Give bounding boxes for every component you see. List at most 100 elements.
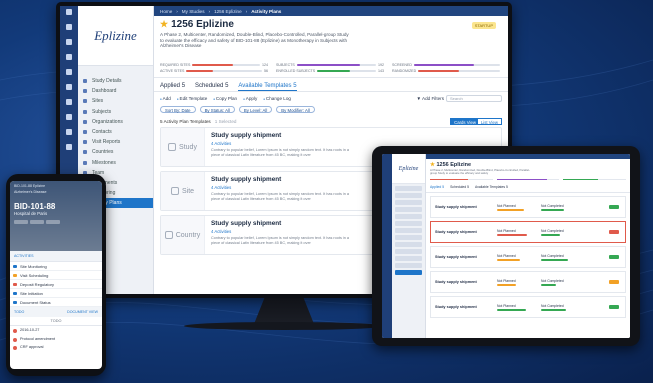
tablet-nav-item[interactable] [395, 207, 422, 212]
nav-subjects[interactable]: Subjects [78, 107, 153, 117]
studies-icon[interactable] [66, 84, 72, 90]
tablet-nav-item[interactable] [395, 193, 422, 198]
tablet-tab-templates[interactable]: Available Templates 5 [475, 185, 508, 189]
status-chip [609, 280, 619, 285]
tablet-nav-item[interactable] [395, 221, 422, 226]
tablet-nav-item-active[interactable] [395, 270, 422, 275]
breadcrumb-study[interactable]: 1256 Eplizine [214, 9, 242, 14]
reports-icon[interactable] [66, 129, 72, 135]
copy-plan-button[interactable]: Copy Plan [213, 96, 237, 101]
users-icon[interactable] [66, 144, 72, 150]
change-log-button[interactable]: Change Log [263, 96, 291, 101]
status-chip [609, 305, 619, 310]
plan-tabs: Applied 5 Scheduled 5 Available Template… [154, 78, 508, 92]
breadcrumb: Home › My Studies › 1256 Eplizine › Acti… [154, 6, 508, 16]
level-filter-pill[interactable]: By Level: All [238, 106, 273, 113]
list-view-button[interactable]: List View [476, 117, 502, 125]
tab-scheduled[interactable]: Scheduled 5 [195, 83, 228, 91]
list-item[interactable]: Study supply shipment Not Planned Not Comp… [430, 296, 626, 319]
status-chip [609, 205, 619, 210]
study-metrics: REQUIRED SITES 124 ACTIVE SITES 56 SUBJECT… [160, 63, 500, 73]
list-item[interactable]: Site Monitoring [10, 262, 102, 271]
tablet-nav-item[interactable] [395, 256, 422, 261]
nav-contacts[interactable]: Contacts [78, 127, 153, 137]
card-description: Contrary to popular belief, Lorem Ipsum … [211, 148, 350, 157]
phone-site-name: Hospital de Paris [14, 211, 48, 216]
modifier-filter-pill[interactable]: By Modifier: All [276, 106, 315, 113]
notification-icon[interactable] [66, 54, 72, 60]
list-item[interactable]: Study supply shipment Not Planned Not Comp… [430, 196, 626, 219]
add-button[interactable]: Add [160, 96, 171, 101]
tablet-nav-item[interactable] [395, 186, 422, 191]
tablet-tab-scheduled[interactable]: Scheduled 5 [450, 185, 469, 189]
card-level: Country [161, 216, 205, 254]
tablet-nav-item[interactable] [395, 263, 422, 268]
metric-bar-fill [563, 178, 598, 181]
card-activities: 4 Activities [211, 185, 232, 190]
nav-sites[interactable]: Sites [78, 96, 153, 106]
breadcrumb-home[interactable]: Home [160, 9, 172, 14]
favorite-star-icon[interactable]: ★ [160, 19, 168, 30]
tablet-nav-item[interactable] [395, 228, 422, 233]
list-item[interactable]: Deposit Regulatory [10, 280, 102, 289]
settings-icon[interactable] [66, 24, 72, 30]
tablet-nav-item[interactable] [395, 242, 422, 247]
selected-count: 1 Selected [214, 118, 237, 124]
breadcrumb-my-studies[interactable]: My Studies [182, 9, 205, 14]
card-title: Study supply shipment [211, 132, 282, 139]
list-item[interactable]: Study supply shipment Not Planned Not Comp… [430, 271, 626, 294]
card-activities: 4 Activities [211, 229, 232, 234]
breadcrumb-current: Activity Plans [251, 8, 282, 14]
nav-study-details[interactable]: Study Details [78, 76, 153, 86]
breadcrumb-separator: › [208, 8, 211, 14]
search-input[interactable]: Search [446, 94, 502, 102]
add-icon[interactable] [66, 39, 72, 45]
list-item[interactable]: Study supply shipment Not Planned Not Comp… [430, 246, 626, 269]
metric-column: SCREENED RANDOMIZED [392, 63, 500, 73]
edit-template-button[interactable]: Edit Template [177, 96, 208, 101]
list-item[interactable]: 2016-10-27 [10, 326, 102, 335]
status-filter-pill[interactable]: By Status: All [199, 106, 235, 113]
tab-applied[interactable]: Applied 5 [160, 83, 185, 91]
list-item[interactable]: Document Status [10, 298, 102, 307]
breadcrumb-separator: › [245, 8, 248, 14]
nav-visit-reports[interactable]: Visit Reports [78, 137, 153, 147]
tablet-tab-applied[interactable]: Applied 5 [430, 185, 444, 189]
metric-active-sites: ACTIVE SITES 56 [160, 69, 268, 73]
tablet-logo: Eplizine [392, 154, 425, 184]
card-title: Study supply shipment [211, 176, 282, 183]
monitor-base [184, 322, 384, 330]
phone-section-header: ACTIVITIES [10, 251, 102, 262]
list-item[interactable]: Visit Scheduling [10, 271, 102, 280]
tablet-nav-item[interactable] [395, 249, 422, 254]
list-item[interactable]: Site Initiation [10, 289, 102, 298]
tab-available-templates[interactable]: Available Templates 5 [238, 83, 297, 91]
metric-bar-fill [186, 70, 213, 72]
phone-todo-label: TODO [10, 317, 102, 326]
menu-icon[interactable] [66, 9, 72, 15]
nav-countries[interactable]: Countries [78, 147, 153, 157]
filter-pills: Sort By: Date By Status: All By Level: A… [154, 104, 508, 115]
metric-bar-fill [413, 64, 475, 66]
sites-icon[interactable] [66, 99, 72, 105]
tablet-nav-item[interactable] [395, 235, 422, 240]
tablet-nav-item[interactable] [395, 214, 422, 219]
nav-dashboard[interactable]: Dashboard [78, 86, 153, 96]
tablet-icon-rail [382, 154, 392, 338]
tablet-nav-item[interactable] [395, 200, 422, 205]
add-filters-button[interactable]: ▼ Add Filters [416, 96, 444, 101]
nav-milestones[interactable]: Milestones [78, 158, 153, 168]
apply-button[interactable]: Apply [243, 96, 258, 101]
home-icon[interactable] [66, 69, 72, 75]
nav-organizations[interactable]: Organizations [78, 117, 153, 127]
subjects-icon[interactable] [66, 114, 72, 120]
sort-by-pill[interactable]: Sort By: Date [160, 106, 196, 113]
phone-screen: BID-101-88 Eplizine Alzheimer's Disease … [10, 181, 102, 369]
list-item[interactable]: Protocol amendment [10, 335, 102, 344]
list-item[interactable]: Study supply shipment Not Planned Not Comp… [430, 221, 626, 244]
card-activities: 4 Activities [211, 141, 232, 146]
cards-view-button[interactable]: Cards View [450, 117, 480, 125]
metric-required-sites: REQUIRED SITES 124 [160, 63, 268, 67]
study-title-text: 1256 Eplizine [171, 19, 234, 30]
list-item[interactable]: CRF approval [10, 343, 102, 352]
